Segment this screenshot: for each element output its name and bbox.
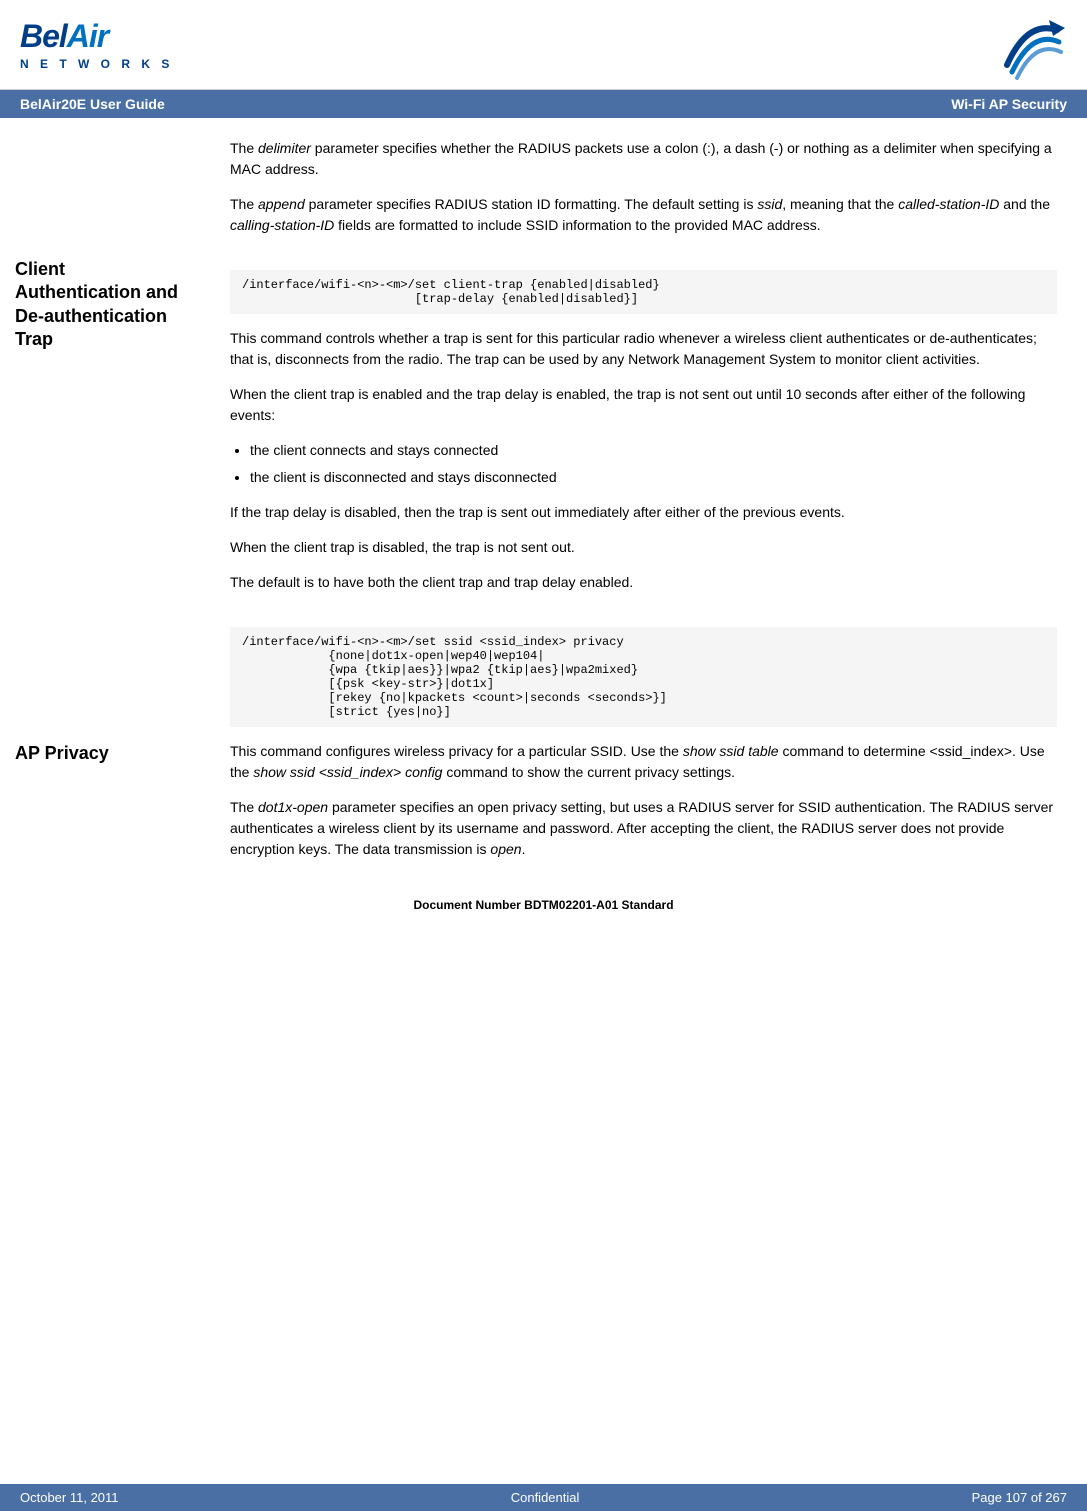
sidebar-section-ap-privacy: AP Privacy: [15, 742, 195, 765]
bullet-item-2: the client is disconnected and stays dis…: [250, 467, 1057, 488]
italic-delimiter: delimiter: [258, 140, 311, 156]
logo-networks: N E T W O R K S: [20, 57, 173, 71]
logo-belair: BelAir: [20, 18, 173, 55]
italic-show-ssid-table: show ssid table: [683, 743, 779, 759]
footer-date: October 11, 2011: [20, 1490, 119, 1505]
brand-icon: [987, 10, 1067, 80]
sidebar: Client Authentication and De-authenticat…: [0, 118, 210, 894]
code-ap-privacy: /interface/wifi-<n>-<m>/set ssid <ssid_i…: [230, 627, 1057, 727]
para-ap-privacy-desc: This command configures wireless privacy…: [230, 741, 1057, 783]
doc-number: Document Number BDTM02201-A01 Standard: [413, 898, 673, 912]
footer-doc: Document Number BDTM02201-A01 Standard: [0, 894, 1087, 972]
nav-left: BelAir20E User Guide: [20, 96, 165, 112]
italic-open: open: [490, 841, 521, 857]
para-append: The append parameter specifies RADIUS st…: [230, 194, 1057, 236]
content-area: The delimiter parameter specifies whethe…: [210, 118, 1087, 894]
main-content: Client Authentication and De-authenticat…: [0, 118, 1087, 894]
para-trap-disabled: When the client trap is disabled, the tr…: [230, 537, 1057, 558]
bullet-list: the client connects and stays connected …: [250, 440, 1057, 488]
nav-right: Wi-Fi AP Security: [951, 96, 1067, 112]
italic-append: append: [258, 196, 305, 212]
code-client-trap: /interface/wifi-<n>-<m>/set client-trap …: [230, 270, 1057, 314]
italic-called: called-station-ID: [898, 196, 999, 212]
italic-show-ssid-config: show ssid <ssid_index> config: [253, 764, 442, 780]
bullet-item-1: the client connects and stays connected: [250, 440, 1057, 461]
nav-bar: BelAir20E User Guide Wi-Fi AP Security: [0, 90, 1087, 118]
spacer1: [230, 250, 1057, 270]
footer-page: Page 107 of 267: [972, 1490, 1067, 1505]
sidebar-section-client-auth: Client Authentication and De-authenticat…: [15, 258, 195, 352]
spacer2: [230, 607, 1057, 627]
footer-bar: October 11, 2011 Confidential Page 107 o…: [0, 1484, 1087, 1511]
top-header: BelAir N E T W O R K S: [0, 0, 1087, 90]
para-default: The default is to have both the client t…: [230, 572, 1057, 593]
para-delimiter: The delimiter parameter specifies whethe…: [230, 138, 1057, 180]
footer-confidential: Confidential: [119, 1490, 972, 1505]
italic-calling: calling-station-ID: [230, 217, 334, 233]
italic-dot1x-open: dot1x-open: [258, 799, 328, 815]
para-dot1x-open: The dot1x-open parameter specifies an op…: [230, 797, 1057, 860]
para-trap-delay-disabled: If the trap delay is disabled, then the …: [230, 502, 1057, 523]
para-trap-enabled: When the client trap is enabled and the …: [230, 384, 1057, 426]
logo-area: BelAir N E T W O R K S: [20, 18, 173, 71]
para-command-controls: This command controls whether a trap is …: [230, 328, 1057, 370]
italic-ssid: ssid: [757, 196, 782, 212]
